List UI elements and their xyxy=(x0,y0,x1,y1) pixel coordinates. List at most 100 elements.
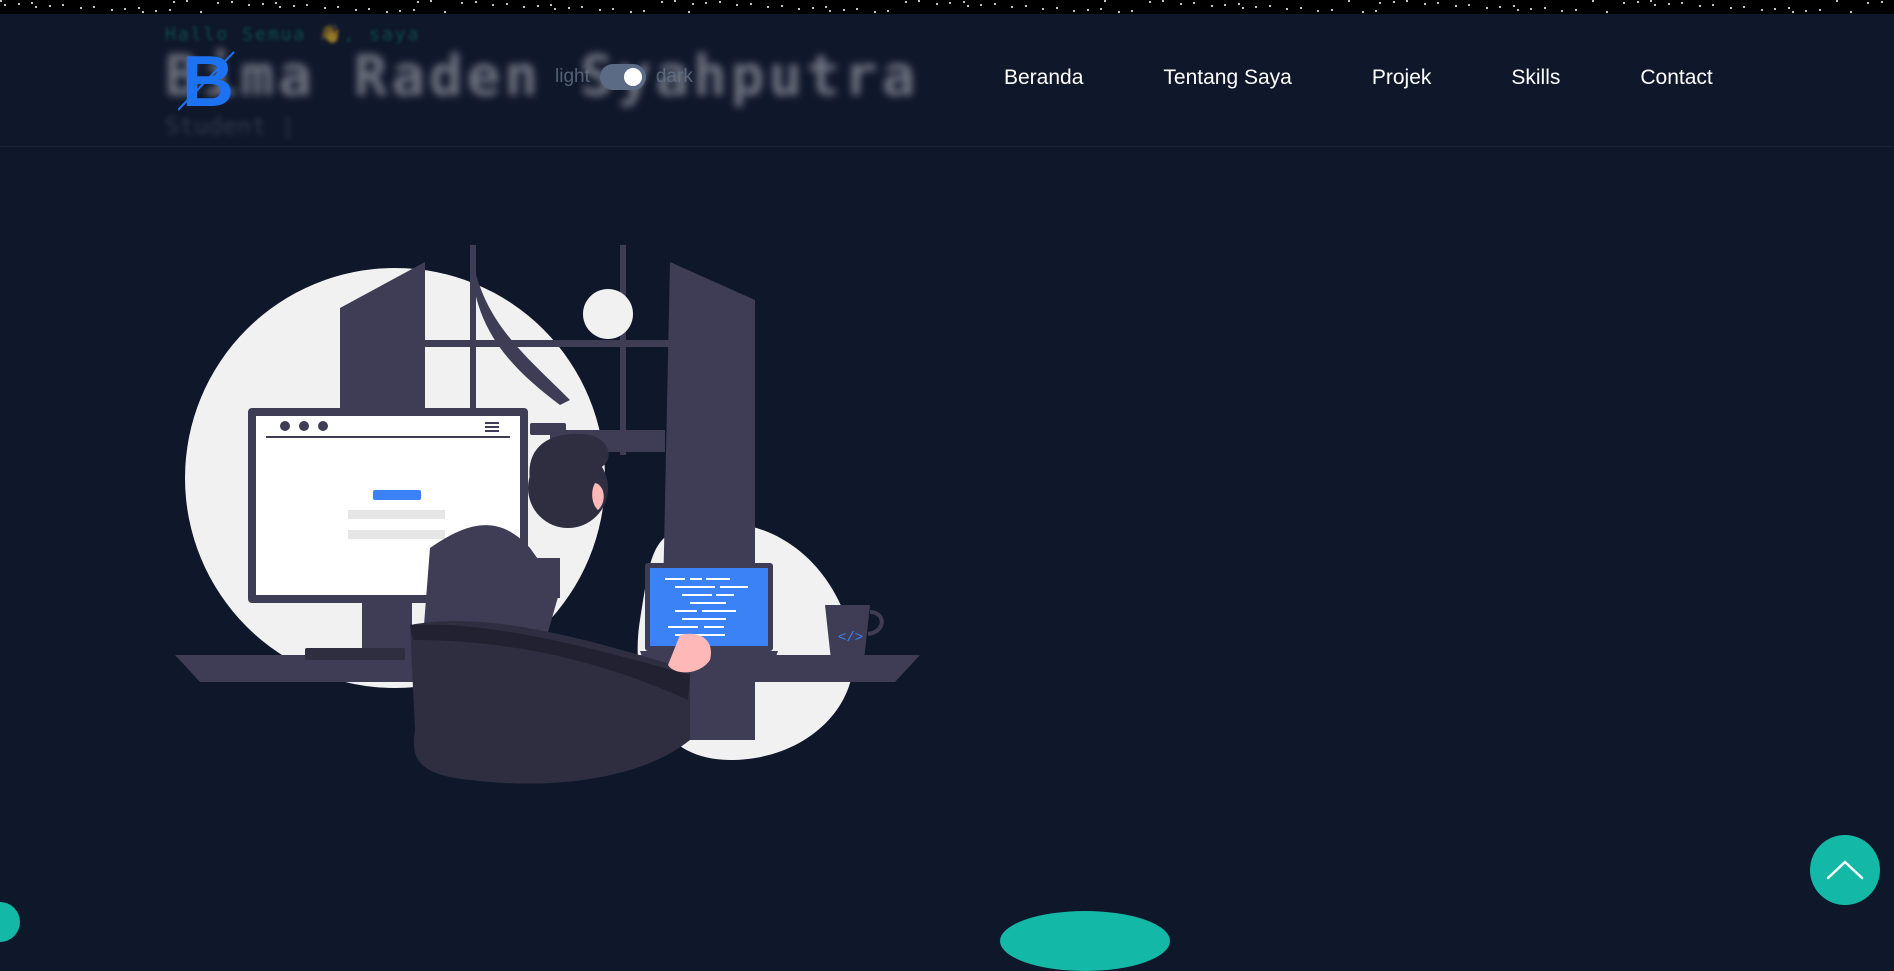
star xyxy=(1255,6,1257,8)
star xyxy=(736,4,738,6)
star xyxy=(612,8,614,10)
star xyxy=(811,7,814,9)
star xyxy=(567,7,570,9)
star xyxy=(749,3,752,5)
star xyxy=(186,0,188,2)
star xyxy=(1286,8,1288,10)
star xyxy=(141,11,144,13)
star xyxy=(474,1,477,3)
star xyxy=(1791,11,1794,13)
star xyxy=(492,4,494,6)
star xyxy=(1818,9,1821,11)
theme-light-label: light xyxy=(555,66,590,87)
star xyxy=(368,8,370,10)
star xyxy=(93,6,95,8)
star xyxy=(691,3,694,5)
nav-tentang-saya[interactable]: Tentang Saya xyxy=(1163,64,1291,92)
decorative-teal-corner xyxy=(0,902,20,942)
nav-projek[interactable]: Projek xyxy=(1372,64,1432,92)
theme-switch-knob[interactable] xyxy=(623,68,642,86)
site-logo[interactable]: B xyxy=(177,42,238,122)
star xyxy=(1224,4,1226,6)
star xyxy=(1485,7,1488,9)
star xyxy=(4,4,6,6)
star xyxy=(935,3,938,5)
star xyxy=(323,7,326,9)
star xyxy=(172,1,175,3)
star xyxy=(536,5,539,7)
star xyxy=(829,10,831,12)
star xyxy=(279,6,281,8)
star xyxy=(887,10,889,12)
star xyxy=(1317,10,1319,12)
star xyxy=(1574,9,1577,11)
star xyxy=(554,8,556,10)
star xyxy=(949,2,951,4)
star xyxy=(1073,10,1075,12)
star xyxy=(1437,2,1439,4)
star xyxy=(1530,8,1532,10)
star xyxy=(1836,0,1838,2)
cup-code-label: </> xyxy=(838,630,863,646)
star xyxy=(17,3,20,5)
star xyxy=(1268,5,1271,7)
nav-contact[interactable]: Contact xyxy=(1640,64,1712,92)
star xyxy=(124,8,126,10)
star xyxy=(461,2,463,4)
theme-toggle[interactable]: light dark xyxy=(555,62,693,92)
star xyxy=(598,9,601,11)
star xyxy=(416,1,419,3)
chevron-up-icon xyxy=(1826,860,1864,880)
star xyxy=(1468,4,1470,6)
star xyxy=(0,0,2,2)
star xyxy=(412,9,415,11)
star xyxy=(137,7,140,9)
star xyxy=(1104,0,1106,2)
star xyxy=(1406,0,1408,2)
star xyxy=(1024,5,1027,7)
star xyxy=(1867,2,1869,4)
star xyxy=(1743,6,1745,8)
star xyxy=(523,6,525,8)
hero-greeting: Hallo Semua 👋, saya xyxy=(165,24,421,45)
star xyxy=(1131,10,1133,12)
star xyxy=(1379,2,1381,4)
star xyxy=(31,2,33,4)
star xyxy=(505,3,508,5)
star xyxy=(1086,9,1089,11)
star xyxy=(842,9,845,11)
star xyxy=(399,10,401,12)
star xyxy=(1729,7,1732,9)
star xyxy=(1667,3,1670,5)
star xyxy=(1392,1,1395,3)
star xyxy=(1636,1,1639,3)
nav-beranda[interactable]: Beranda xyxy=(1004,64,1083,92)
nav-skills[interactable]: Skills xyxy=(1511,64,1560,92)
star xyxy=(1592,0,1594,2)
hero-role: Student | xyxy=(165,112,296,140)
star xyxy=(767,6,769,8)
star xyxy=(1516,9,1519,11)
star xyxy=(62,4,64,6)
star xyxy=(918,0,920,2)
star xyxy=(1210,5,1213,7)
star xyxy=(643,10,645,12)
star xyxy=(1162,0,1164,2)
star xyxy=(337,6,339,8)
star xyxy=(705,2,707,4)
scroll-to-top-button[interactable] xyxy=(1810,835,1880,905)
star xyxy=(1605,11,1608,13)
star xyxy=(261,3,264,5)
star xyxy=(275,2,277,4)
developer-at-desk-illustration: </> xyxy=(170,240,930,800)
star xyxy=(1499,6,1501,8)
star xyxy=(962,1,965,3)
star xyxy=(354,9,357,11)
star xyxy=(966,5,969,7)
star xyxy=(1623,2,1625,4)
star xyxy=(1241,7,1244,9)
theme-switch[interactable] xyxy=(599,64,646,90)
star xyxy=(1760,9,1763,11)
star xyxy=(1179,3,1182,5)
star xyxy=(1512,5,1515,7)
